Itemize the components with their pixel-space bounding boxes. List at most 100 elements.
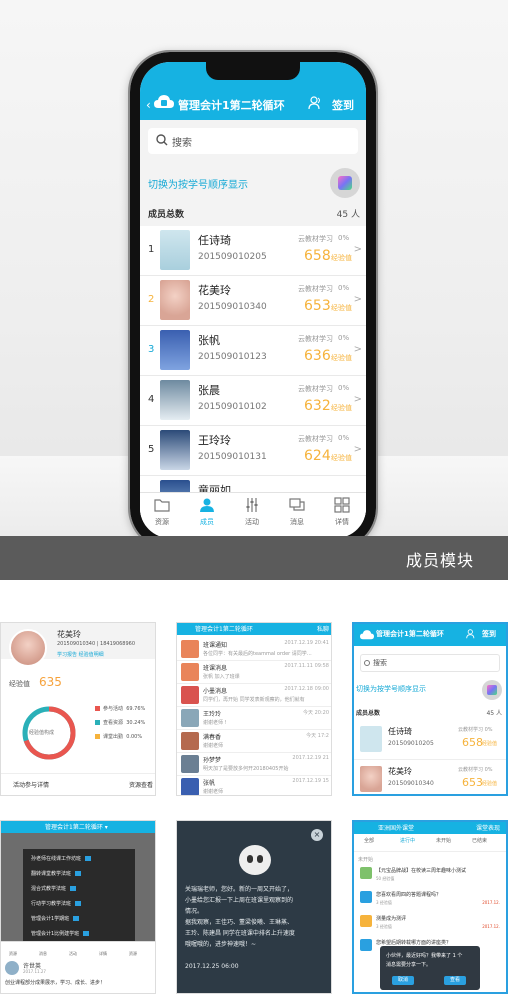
tab-resources[interactable]: 资源 bbox=[140, 497, 184, 527]
menu-item[interactable]: 管理会计1学期班 bbox=[31, 915, 80, 922]
sort-switch-row[interactable]: 切换为按学号顺序显示 bbox=[140, 162, 366, 204]
signin-button[interactable]: 签到 bbox=[482, 629, 496, 639]
view-button[interactable]: 查看 bbox=[444, 976, 466, 985]
member-row[interactable]: 4 张晨 201509010102 云教材学习 0% 632 经验值 > bbox=[140, 376, 366, 426]
message-row[interactable]: 小墨消息 同学们，再开始 同学发表新观察的，他们就有 2017.12.18 09:0… bbox=[177, 683, 331, 707]
tab-members[interactable]: 成员 bbox=[185, 497, 229, 527]
back-icon[interactable]: ‹ bbox=[146, 98, 151, 112]
exp-label: 经验值 bbox=[331, 454, 352, 462]
resource-view-link[interactable]: 资源查看 bbox=[129, 780, 153, 789]
thumb-member-profile[interactable]: 花美玲 201509010340 | 18419068960 学习报告 经验值明… bbox=[0, 622, 156, 796]
message-row[interactable]: 孙梦梦 明天加了是要放多何开20180405开始 2017.12.19 21 bbox=[177, 752, 331, 776]
people-icon[interactable] bbox=[466, 629, 476, 639]
post-item[interactable]: 许世英 2017.11.27 创业课程部分成果展示，学习、成长、进步！ bbox=[1, 959, 155, 993]
members-count: 45 人 bbox=[486, 710, 502, 717]
message-row[interactable]: 班课通知 各位同学：有关最后的teammal order 请同学… 2017.12.… bbox=[177, 637, 331, 661]
dropdown-title[interactable]: 管理会计1第二轮循环 ▾ bbox=[45, 822, 108, 831]
tab-activities[interactable]: 活动 bbox=[230, 497, 274, 527]
sort-switch-text[interactable]: 切换为按学号顺序显示 bbox=[356, 684, 426, 694]
menu-item[interactable]: 翻转课堂教学法班 bbox=[31, 870, 82, 877]
search-input[interactable]: 搜索 bbox=[148, 128, 358, 154]
activity-item[interactable]: 【元宝品牌战】在校读三周年趣味小测试 50 经验值 bbox=[354, 864, 506, 886]
activity-item[interactable]: 您喜欢看周四的答题课程吗？ 3 经验值 2017.12. bbox=[354, 888, 506, 910]
tab-label[interactable]: 资源 bbox=[9, 951, 17, 957]
member-row[interactable]: 1 任诗琦 201509010205 云教材学习 0% 658 经验值 > bbox=[140, 226, 366, 276]
message-row[interactable]: 张帆 谢谢老师 2017.12.19 15 bbox=[177, 775, 331, 795]
member-name: 张晨 bbox=[198, 384, 220, 397]
message-row[interactable]: 满春香 谢谢老师 今天 17:2 bbox=[177, 729, 331, 753]
members-header: 成员总数 45 人 bbox=[140, 204, 366, 224]
tab-label[interactable]: 活动 bbox=[69, 951, 77, 957]
profile-name: 花美玲 bbox=[57, 630, 81, 639]
exp-value: 636 bbox=[304, 348, 331, 364]
avatar bbox=[9, 629, 47, 667]
class-menu: 孙老师在线课工作坊班 翻转课堂教学法班 混合式教学法班 行动学习教学法班 管理会计1学期… bbox=[23, 849, 135, 945]
thumb-messages[interactable]: 管理会计1第二轮循环 私聊 班课通知 各位同学：有关最后的teammal orde… bbox=[176, 622, 332, 796]
ring-label: 经验值构成 bbox=[29, 730, 55, 736]
folder-icon bbox=[154, 499, 170, 512]
app-grid-icon[interactable] bbox=[482, 680, 502, 700]
chevron-right-icon: > bbox=[353, 344, 362, 355]
sort-switch-text[interactable]: 切换为按学号顺序显示 bbox=[148, 176, 248, 191]
tab-label[interactable]: 详情 bbox=[99, 951, 107, 957]
activity-item[interactable]: 测量成为测评 3 经验值 2017.12. bbox=[354, 912, 506, 934]
study-percent: 0% bbox=[338, 434, 350, 442]
tab-label: 资源 bbox=[155, 518, 169, 526]
member-row[interactable]: 2 花美玲 201509010340 云教材学习 0% 653 经验值 > bbox=[140, 276, 366, 326]
phone-notch bbox=[206, 62, 300, 80]
list-item[interactable]: 任诗琦 201509010205 云教材学习 0% 658 经验值 bbox=[354, 720, 506, 760]
exp-label: 经验值 bbox=[331, 354, 352, 362]
member-row[interactable]: 3 张帆 201509010123 云教材学习 0% 636 经验值 > bbox=[140, 326, 366, 376]
thumb-member-list[interactable]: 管理会计1第二轮循环 签到 搜索 切换为按学号顺序显示 成员总数 45 人 任诗… bbox=[352, 622, 508, 796]
tab-messages[interactable]: 消息 bbox=[275, 497, 319, 527]
chat-icon bbox=[289, 498, 305, 511]
message-row[interactable]: 班课消息 张帆 加入了班课 2017.11.11 09:58 bbox=[177, 660, 331, 684]
private-chat-label[interactable]: 私聊 bbox=[317, 624, 329, 633]
app-grid-icon[interactable] bbox=[330, 168, 360, 198]
members-label: 成员总数 bbox=[148, 210, 185, 220]
filter-tab[interactable]: 进行中 bbox=[400, 837, 415, 844]
search-input[interactable]: 搜索 bbox=[360, 654, 500, 672]
exp-value: 653 bbox=[304, 298, 331, 314]
hero-section: ‹ 管理会计1第二轮循环 签到 搜索 切换为按学号顺序显示 成员总数 45 人 … bbox=[0, 0, 508, 580]
member-row[interactable]: 5 王玲玲 201509010131 云教材学习 0% 624 经验值 > bbox=[140, 426, 366, 476]
filter-tab[interactable]: 未开始 bbox=[436, 837, 451, 844]
signin-button[interactable]: 签到 bbox=[332, 97, 354, 113]
profile-actions[interactable]: 学习报告 经验值明细 bbox=[57, 651, 104, 658]
message-avatar bbox=[181, 709, 199, 727]
menu-item[interactable]: 行动学习教学法班 bbox=[31, 900, 82, 907]
filter-tab[interactable]: 全部 bbox=[364, 837, 374, 844]
member-rank: 1 bbox=[148, 244, 155, 255]
tab-label[interactable]: 消息 bbox=[39, 951, 47, 957]
phone-screen: ‹ 管理会计1第二轮循环 签到 搜索 切换为按学号顺序显示 成员总数 45 人 … bbox=[140, 62, 366, 538]
activity-icon bbox=[360, 915, 372, 927]
tab-label: 消息 bbox=[290, 518, 304, 526]
robot-mascot-icon bbox=[239, 845, 271, 875]
thumb-assistant-dialog[interactable]: × 关瑞瑞老师，您好。新的一周又开始了， 小墨给您汇报一下上周在班课里观察到的 情况… bbox=[176, 820, 332, 994]
study-label: 云教材学习 bbox=[298, 385, 333, 393]
menu-item[interactable]: 孙老师在线课工作坊班 bbox=[31, 855, 92, 862]
cancel-button[interactable]: 取消 bbox=[392, 976, 414, 985]
list-item[interactable]: 花美玲 201509010340 云教材学习 0% 653 经验值 bbox=[354, 760, 506, 794]
tab-label[interactable]: 资源 bbox=[129, 951, 137, 957]
profile-id: 201509010340 | 18419068960 bbox=[57, 641, 136, 647]
mini-title: 管理会计1第二轮循环 bbox=[376, 630, 444, 638]
message-avatar bbox=[181, 640, 199, 658]
menu-item[interactable]: 管理会计1比例建学班 bbox=[31, 930, 90, 937]
activity-detail-link[interactable]: 活动参与详情 bbox=[13, 780, 49, 789]
tab-label: 详情 bbox=[335, 518, 349, 526]
close-icon[interactable]: × bbox=[311, 829, 323, 841]
filter-tab[interactable]: 已结束 bbox=[472, 837, 487, 844]
cloud-logo-icon bbox=[360, 630, 374, 640]
thumb-class-dropdown[interactable]: 管理会计1第二轮循环 ▾ 孙老师在线课工作坊班 翻转课堂教学法班 混合式教学法班 行动… bbox=[0, 820, 156, 994]
people-icon[interactable] bbox=[308, 96, 322, 110]
search-icon bbox=[364, 660, 370, 666]
tab-details[interactable]: 详情 bbox=[320, 497, 364, 527]
thumb-activities[interactable]: 亚洲国外课堂 课堂表现 全部 进行中 未开始 已结束 未开始 【元宝品牌战】在校读三周… bbox=[352, 820, 508, 994]
performance-link[interactable]: 课堂表现 bbox=[476, 823, 500, 832]
avatar bbox=[160, 380, 190, 420]
message-row[interactable]: 王玲玲 谢谢老师 ! 今天 20:20 bbox=[177, 706, 331, 730]
dialog-text: 王玲、陈建昌 同学在班课中排名上升速度 bbox=[185, 930, 295, 937]
tab-label: 活动 bbox=[245, 518, 259, 526]
menu-item[interactable]: 混合式教学法班 bbox=[31, 885, 77, 892]
